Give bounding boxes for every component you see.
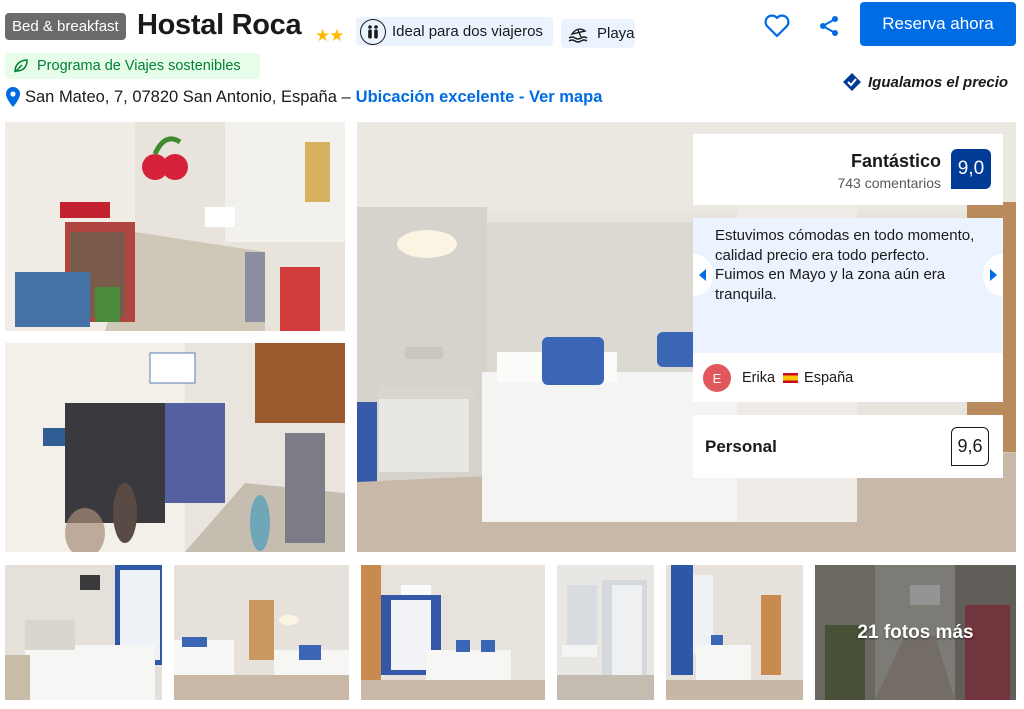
travelers-icon — [360, 18, 386, 45]
star-rating: ★★ — [315, 26, 345, 45]
address-row: San Mateo, 7, 07820 San Antonio, España … — [5, 86, 602, 108]
review-score-badge: 9,0 — [951, 149, 991, 189]
more-photos-overlay[interactable]: 21 fotos más — [815, 565, 1016, 700]
property-type-badge: Bed & breakfast — [5, 13, 126, 40]
reviewer-name: Erika — [742, 370, 776, 386]
photo-hostal-entrance[interactable] — [5, 343, 345, 552]
photo-street-storefront[interactable] — [5, 122, 345, 331]
sustainability-badge[interactable]: Programa de Viajes sostenibles — [5, 53, 260, 79]
spain-flag-icon — [783, 373, 799, 383]
leaf-icon — [13, 58, 29, 74]
share-icon — [820, 16, 838, 36]
review-score-card[interactable]: Fantástico 743 comentarios 9,0 — [693, 134, 1003, 205]
reviewer-country: España — [804, 370, 854, 386]
address-text: San Mateo, 7, 07820 San Antonio, España … — [25, 87, 351, 106]
rating-word: Fantástico — [850, 151, 941, 171]
review-count: 743 comentarios — [837, 175, 941, 191]
location-map-link[interactable]: Ubicación excelente - Ver mapa — [356, 88, 603, 107]
photo-thumb-room-4[interactable] — [666, 565, 803, 700]
photo-thumb-room-1[interactable] — [5, 565, 162, 700]
beach-icon — [567, 22, 591, 46]
share-button[interactable] — [815, 12, 843, 40]
category-label: Personal — [705, 437, 777, 456]
review-quote: Estuvimos cómodas en todo momento, calid… — [693, 218, 1003, 353]
avatar: E — [703, 364, 731, 392]
price-match-icon — [842, 72, 862, 92]
price-match-label: Igualamos el precio — [868, 73, 1009, 91]
favorite-button[interactable] — [762, 11, 792, 41]
photo-thumb-room-3[interactable] — [361, 565, 545, 700]
category-score-badge: 9,6 — [951, 427, 989, 466]
category-score-card: Personal 9,6 — [693, 415, 1003, 478]
hotel-name: Hostal Roca — [137, 9, 302, 41]
beach-chip[interactable]: Playa — [561, 19, 635, 48]
location-pin-icon — [5, 86, 21, 108]
chevron-right-icon — [990, 269, 997, 281]
travelers-chip[interactable]: Ideal para dos viajeros — [356, 17, 553, 46]
featured-review-card: Estuvimos cómodas en todo momento, calid… — [693, 218, 1003, 402]
price-match-badge[interactable]: Igualamos el precio — [842, 72, 1008, 92]
photo-thumb-room-2[interactable] — [174, 565, 349, 700]
travelers-chip-label: Ideal para dos viajeros — [392, 23, 543, 40]
heart-icon — [764, 14, 790, 38]
beach-chip-label: Playa — [597, 25, 635, 42]
reviewer-info: E Erika España — [703, 364, 853, 392]
photo-thumb-bathroom[interactable] — [557, 565, 654, 700]
reserve-now-button[interactable]: Reserva ahora — [860, 2, 1016, 46]
chevron-left-icon — [699, 269, 706, 281]
sustainability-label: Programa de Viajes sostenibles — [37, 58, 241, 74]
